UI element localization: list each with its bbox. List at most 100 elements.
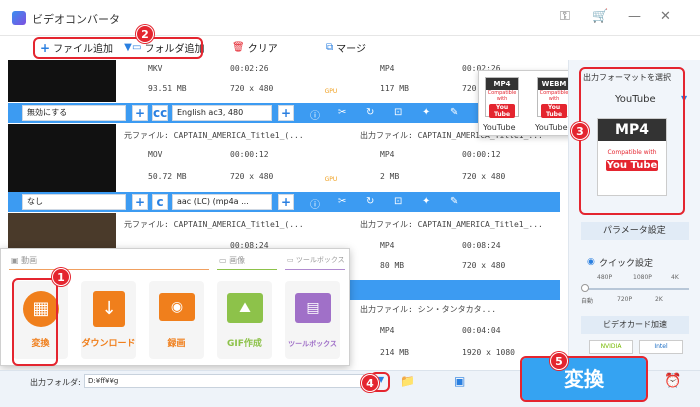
toolbox-tile[interactable]: ▤ ツールボックス (285, 281, 340, 359)
src-size: 50.72 MB (148, 172, 187, 181)
out-duration: 00:00:12 (462, 150, 501, 159)
output-format-mp4-icon[interactable]: MP4 Compatible with You Tube (597, 118, 667, 196)
download-tile[interactable]: ↓ ダウンロード (81, 281, 136, 359)
youtube-logo: You Tube (541, 104, 567, 118)
cc-icon[interactable]: cc (152, 105, 168, 121)
param-settings-button[interactable]: パラメータ設定 (581, 222, 689, 240)
alarm-clock-icon[interactable]: ⏰ (664, 373, 681, 389)
audio-select[interactable]: aac (LC) (mp4a ... (172, 194, 272, 210)
rotate-icon[interactable]: ↻ (366, 196, 374, 207)
scale-label: 2K (655, 296, 663, 303)
step-badge-4: 4 (361, 374, 379, 392)
youtube-logo: You Tube (606, 160, 658, 171)
rotate-icon[interactable]: ↻ (366, 107, 374, 118)
section-toolbox: ▭ ツールボックス (287, 256, 345, 264)
key-icon[interactable]: ⚿ (560, 9, 570, 24)
src-filename: 元ファイル: CAPTAIN_AMERICA_Title1_(... (124, 220, 304, 229)
title-bar: ビデオコンバータ ⚿ 🛒 — ✕ (0, 0, 700, 36)
format-badge: MP4 (598, 119, 666, 141)
clear-button[interactable]: 🗑 クリア (232, 40, 278, 55)
open-folder-icon[interactable]: 📁 (400, 374, 415, 388)
gpu-label: GPU (324, 176, 338, 183)
src-format: MOV (148, 150, 163, 159)
scale-label: 720P (617, 296, 633, 303)
scale-label: 480P (597, 274, 613, 281)
quality-slider[interactable] (583, 288, 689, 290)
cut-icon[interactable]: ✂ (338, 196, 346, 207)
folder-list-icon[interactable]: ▣ (454, 374, 465, 388)
src-resolution: 720 x 480 (230, 172, 274, 181)
out-format: MP4 (380, 150, 395, 159)
effect-icon[interactable]: ✦ (422, 196, 430, 207)
src-format: MKV (148, 64, 163, 73)
step-badge-2: 2 (136, 25, 154, 43)
format-option-mp4-youtube[interactable]: MP4 Compatible with You Tube (485, 77, 519, 118)
edit-icon[interactable]: ✎ (450, 196, 458, 207)
gif-tile[interactable]: ⛰ GIF作成 (217, 281, 272, 359)
download-icon: ↓ (93, 291, 125, 327)
format-popup: MP4 Compatible with You Tube WEBM Compat… (478, 70, 578, 136)
out-format: MP4 (380, 241, 395, 250)
out-size: 80 MB (380, 261, 405, 270)
scale-label: 4K (671, 274, 679, 281)
scale-label: 1080P (633, 274, 652, 281)
clear-label: クリア (247, 44, 278, 55)
window-title: ビデオコンバータ (32, 13, 120, 26)
thumbnail (8, 60, 116, 102)
app-logo-icon (12, 11, 26, 25)
gpu-accel-toggle[interactable]: ビデオカード加速 (581, 316, 689, 334)
tile-label: 録画 (167, 339, 186, 349)
add-audio-button[interactable]: + (278, 105, 294, 121)
minimize-button[interactable]: — (628, 9, 641, 24)
out-format: MP4 (380, 64, 395, 73)
subtitle-select[interactable]: なし (22, 194, 126, 210)
output-folder-label: 出力フォルダ: (30, 378, 81, 387)
record-tile[interactable]: ◉ 録画 (149, 281, 204, 359)
src-duration: 00:00:12 (230, 150, 269, 159)
add-audio-button[interactable]: + (278, 194, 294, 210)
out-resolution: 1920 x 1080 (462, 348, 515, 357)
effect-icon[interactable]: ✦ (422, 107, 430, 118)
scale-label: 自動 (581, 298, 594, 305)
tile-label: GIF作成 (227, 339, 262, 349)
src-duration: 00:02:26 (230, 64, 269, 73)
step-badge-3: 3 (571, 122, 589, 140)
highlight-box-add (33, 37, 203, 59)
format-option-label: YouTube (535, 123, 568, 132)
cc-icon[interactable]: c (152, 194, 168, 210)
crop-icon[interactable]: ⊡ (394, 107, 402, 118)
nvidia-badge: NVIDIA (589, 340, 633, 354)
slider-handle[interactable] (581, 284, 589, 292)
out-resolution: 720 x 480 (462, 172, 506, 181)
crop-icon[interactable]: ⊡ (394, 196, 402, 207)
close-button[interactable]: ✕ (660, 9, 671, 24)
image-icon: ⛰ (227, 293, 263, 323)
out-filename: 出力ファイル: シン・タンタカタ... (360, 305, 497, 314)
out-format: MP4 (380, 326, 395, 335)
step-badge-5: 5 (550, 352, 568, 370)
edit-icon[interactable]: ✎ (450, 107, 458, 118)
add-subtitle-button[interactable]: + (132, 105, 148, 121)
info-icon[interactable]: ⓘ (310, 196, 320, 211)
youtube-logo: You Tube (489, 104, 515, 118)
quick-settings-label: クイック設定 (599, 259, 654, 269)
format-option-webm-youtube[interactable]: WEBM Compatible with You Tube (537, 77, 571, 118)
add-subtitle-button[interactable]: + (132, 194, 148, 210)
output-folder-input[interactable]: D:¥ff¥¥g (84, 374, 364, 388)
highlight-box-convert (12, 278, 58, 366)
merge-button[interactable]: ⧉ マージ (326, 40, 366, 55)
src-size: 93.51 MB (148, 84, 187, 93)
out-filename: 出力ファイル: CAPTAIN_AMERICA_Title1_... (360, 220, 543, 229)
subtitle-select[interactable]: 無効にする (22, 105, 126, 121)
tile-label: ダウンロード (81, 339, 136, 349)
screen-record-icon: ◉ (159, 293, 195, 321)
cart-icon[interactable]: 🛒 (592, 9, 608, 24)
cut-icon[interactable]: ✂ (338, 107, 346, 118)
compatible-text: Compatible with (607, 149, 657, 156)
out-size: 2 MB (380, 172, 400, 181)
out-duration: 00:04:04 (462, 326, 501, 335)
tile-label: ツールボックス (288, 340, 337, 348)
audio-select[interactable]: English ac3, 480 (172, 105, 272, 121)
merge-icon: ⧉ (326, 42, 334, 53)
info-icon[interactable]: ⓘ (310, 107, 320, 122)
